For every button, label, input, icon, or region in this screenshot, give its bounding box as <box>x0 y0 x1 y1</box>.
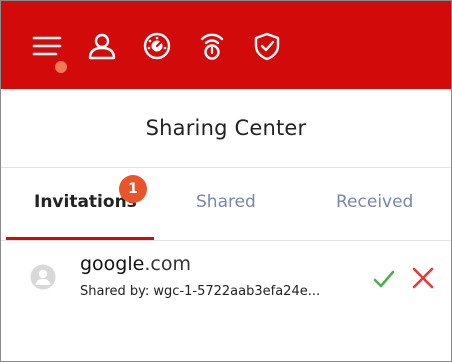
tab-divider <box>1 240 451 241</box>
page-title: Sharing Center <box>145 116 307 140</box>
top-toolbar <box>1 1 451 89</box>
shared-domain: google.com <box>80 253 191 275</box>
tab-received[interactable]: Received <box>336 192 413 212</box>
title-bar: Sharing Center <box>1 89 451 168</box>
invitations-count-badge: 1 <box>119 175 147 203</box>
accept-button[interactable] <box>371 266 397 292</box>
shared-by-text: Shared by: wgc-1-5722aab3efa24e... <box>80 284 321 299</box>
avatar <box>30 264 56 290</box>
close-icon <box>412 267 434 289</box>
sharing-center-panel: Sharing Center Invitations 1 Shared Rece… <box>0 0 452 362</box>
shield-check-icon[interactable] <box>252 31 282 61</box>
menu-icon[interactable] <box>32 31 62 61</box>
notification-dot <box>54 60 68 74</box>
decline-button[interactable] <box>410 265 436 291</box>
invitation-list-item: google.com Shared by: wgc-1-5722aab3efa2… <box>1 243 451 313</box>
tab-bar: Invitations 1 Shared Received <box>1 168 451 242</box>
domain-name: google <box>80 253 145 275</box>
dashboard-icon[interactable] <box>142 31 172 61</box>
alarm-icon[interactable] <box>197 31 227 61</box>
tab-shared[interactable]: Shared <box>196 192 256 212</box>
domain-tld: .com <box>144 253 191 275</box>
user-icon[interactable] <box>87 31 117 61</box>
check-icon <box>373 270 395 288</box>
